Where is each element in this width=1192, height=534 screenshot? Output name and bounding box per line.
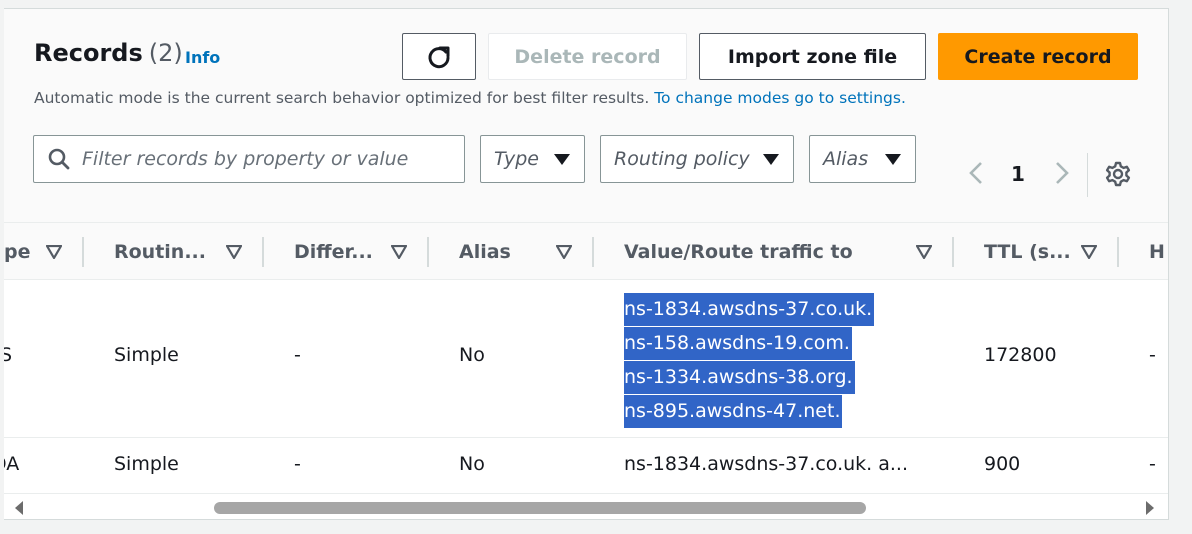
differentiator-cell: - xyxy=(294,344,301,366)
record-type-cell: S xyxy=(4,344,12,366)
column-divider[interactable] xyxy=(262,237,264,267)
routing-policy-filter-dropdown[interactable]: Routing policy xyxy=(600,135,794,183)
horizontal-scrollbar[interactable] xyxy=(4,494,1168,519)
column-value-label: Value/Route traffic to xyxy=(624,241,853,263)
sort-icon[interactable] xyxy=(556,245,572,259)
value-line: ns-158.awsdns-19.com. xyxy=(624,327,874,361)
current-page-number[interactable]: 1 xyxy=(1011,162,1025,186)
refresh-button[interactable] xyxy=(402,33,476,80)
search-icon xyxy=(48,148,70,170)
sort-icon[interactable] xyxy=(391,245,407,259)
column-health-label: H xyxy=(1149,241,1165,263)
differentiator-cell: - xyxy=(294,453,301,475)
column-ttl-header[interactable]: TTL (s... xyxy=(984,223,1071,281)
column-divider[interactable] xyxy=(952,237,954,267)
column-alias-label: Alias xyxy=(459,241,511,263)
records-header: Records (2) Info Delete record Import zon… xyxy=(4,9,1168,222)
caret-down-icon xyxy=(554,154,570,165)
value-line: ns-1334.awsdns-38.org. xyxy=(624,361,874,395)
info-link[interactable]: Info xyxy=(185,48,220,67)
sort-icon[interactable] xyxy=(226,245,242,259)
settings-link[interactable]: To change modes go to settings. xyxy=(654,89,906,107)
type-filter-label: Type xyxy=(494,148,539,170)
column-divider[interactable] xyxy=(1117,237,1119,267)
delete-record-button[interactable]: Delete record xyxy=(488,33,687,80)
column-routing-label: Routin... xyxy=(114,241,206,263)
ttl-cell: 900 xyxy=(984,453,1021,475)
search-mode-description: Automatic mode is the current search beh… xyxy=(34,89,906,107)
table-header-row: pe Routin... Differ... Alias Value/Route… xyxy=(4,222,1168,280)
caret-down-icon xyxy=(763,154,779,165)
subtitle-text: Automatic mode is the current search beh… xyxy=(34,89,650,107)
type-filter-dropdown[interactable]: Type xyxy=(480,135,585,183)
record-count: (2) xyxy=(148,39,183,67)
column-type-header[interactable]: pe xyxy=(4,223,31,281)
caret-down-icon xyxy=(885,154,901,165)
search-placeholder: Filter records by property or value xyxy=(82,148,409,170)
sort-icon[interactable] xyxy=(916,245,932,259)
alias-cell: No xyxy=(459,453,485,475)
alias-filter-label: Alias xyxy=(823,148,869,170)
title-text: Records xyxy=(34,39,143,67)
health-check-cell: - xyxy=(1149,453,1156,475)
next-page-icon[interactable] xyxy=(1051,160,1071,186)
column-value-header[interactable]: Value/Route traffic to xyxy=(624,223,853,281)
page-title: Records (2) xyxy=(34,39,183,67)
column-differ-header[interactable]: Differ... xyxy=(294,223,373,281)
column-type-label: pe xyxy=(4,241,31,263)
column-health-header[interactable]: H xyxy=(1149,223,1165,281)
previous-page-icon[interactable] xyxy=(967,160,987,186)
sort-icon[interactable] xyxy=(1081,245,1097,259)
alias-filter-dropdown[interactable]: Alias xyxy=(809,135,916,183)
alias-cell: No xyxy=(459,344,485,366)
value-line: ns-895.awsdns-47.net. xyxy=(624,395,874,429)
table-row[interactable]: DA Simple - No ns-1834.awsdns-37.co.uk. … xyxy=(4,438,1168,494)
gear-icon[interactable] xyxy=(1105,161,1131,187)
ttl-cell: 172800 xyxy=(984,344,1057,366)
record-type-cell: DA xyxy=(4,453,20,475)
value-cell[interactable]: ns-1834.awsdns-37.co.uk. ns-158.awsdns-1… xyxy=(624,293,875,429)
refresh-icon xyxy=(428,46,450,68)
column-alias-header[interactable]: Alias xyxy=(459,223,511,281)
value-cell[interactable]: ns-1834.awsdns-37.co.uk. a... xyxy=(624,453,908,475)
records-panel: Records (2) Info Delete record Import zon… xyxy=(4,8,1169,520)
scroll-right-arrow-icon[interactable] xyxy=(1146,501,1154,515)
table-row[interactable]: S Simple - No ns-1834.awsdns-37.co.uk. n… xyxy=(4,280,1168,438)
column-differ-label: Differ... xyxy=(294,241,373,263)
search-input[interactable]: Filter records by property or value xyxy=(33,135,465,183)
column-divider[interactable] xyxy=(427,237,429,267)
column-routing-header[interactable]: Routin... xyxy=(114,223,206,281)
selected-text: ns-895.awsdns-47.net. xyxy=(624,395,843,428)
routing-policy-cell: Simple xyxy=(114,453,179,475)
column-divider[interactable] xyxy=(82,237,84,267)
scroll-left-arrow-icon[interactable] xyxy=(15,501,23,515)
pagination-divider xyxy=(1087,153,1088,197)
value-line: ns-1834.awsdns-37.co.uk. xyxy=(624,293,875,327)
routing-policy-filter-label: Routing policy xyxy=(614,148,750,170)
column-ttl-label: TTL (s... xyxy=(984,241,1071,263)
selected-text: ns-158.awsdns-19.com. xyxy=(624,327,852,360)
selected-text: ns-1834.awsdns-37.co.uk. xyxy=(624,293,875,326)
import-zone-file-button[interactable]: Import zone file xyxy=(699,33,926,80)
selected-text: ns-1334.awsdns-38.org. xyxy=(624,361,855,394)
create-record-button[interactable]: Create record xyxy=(938,33,1138,80)
health-check-cell: - xyxy=(1149,344,1156,366)
sort-icon[interactable] xyxy=(46,245,62,259)
scrollbar-thumb[interactable] xyxy=(214,502,866,514)
table-body: S Simple - No ns-1834.awsdns-37.co.uk. n… xyxy=(4,280,1168,519)
column-divider[interactable] xyxy=(592,237,594,267)
routing-policy-cell: Simple xyxy=(114,344,179,366)
